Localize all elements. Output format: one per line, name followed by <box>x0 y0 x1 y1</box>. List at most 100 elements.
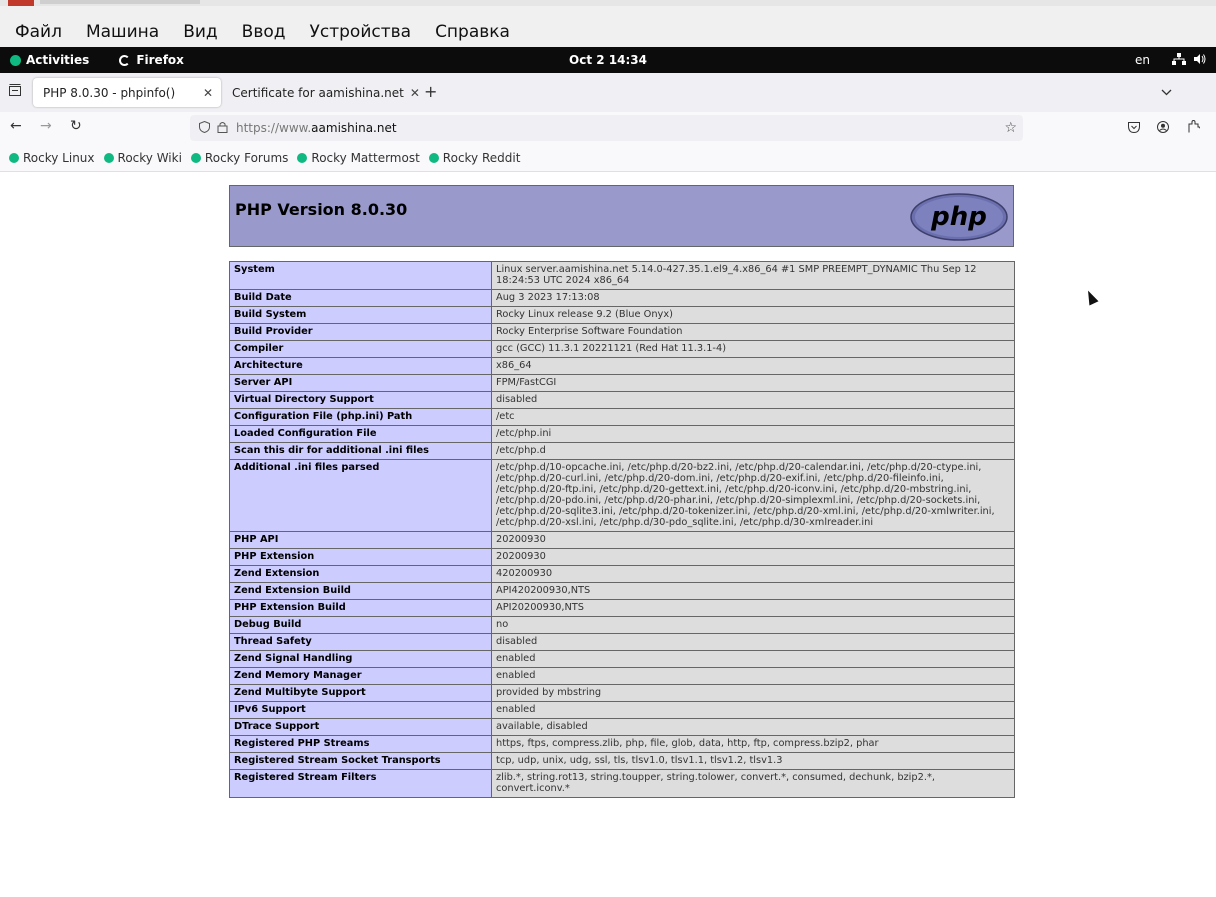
info-value: /etc <box>491 408 1015 426</box>
bookmark-rocky-wiki[interactable]: Rocky Wiki <box>103 150 182 165</box>
info-key: Scan this dir for additional .ini files <box>229 442 492 460</box>
info-key: Loaded Configuration File <box>229 425 492 443</box>
info-row: Thread Safety disabled <box>229 633 1015 651</box>
info-key: Build Provider <box>229 323 492 341</box>
bookmark-label: Rocky Wiki <box>117 150 182 165</box>
bookmark-rocky-linux[interactable]: Rocky Linux <box>9 151 95 165</box>
bookmark-label: Rocky Forums <box>204 150 289 165</box>
php-header: PHP Version 8.0.30 php <box>229 185 1014 247</box>
info-key: Registered PHP Streams <box>229 735 492 753</box>
gnome-topbar: Activities Firefox Oct 2 14:34 en <box>0 47 1216 73</box>
info-key: Zend Signal Handling <box>229 650 492 668</box>
account-icon[interactable] <box>1157 121 1169 137</box>
forward-icon[interactable]: → <box>40 118 52 134</box>
close-tab-icon[interactable]: ✕ <box>410 86 420 100</box>
lock-icon[interactable] <box>217 121 228 136</box>
info-value: 20200930 <box>491 531 1015 549</box>
info-key: Build System <box>229 306 492 324</box>
info-value: /etc/php.d/10-opcache.ini, /etc/php.d/20… <box>491 459 1015 532</box>
tab-bar: PHP 8.0.30 - phpinfo() ✕ Certificate for… <box>0 73 1216 112</box>
info-value: no <box>491 616 1015 634</box>
info-key: PHP Extension Build <box>229 599 492 617</box>
info-value: zlib.*, string.rot13, string.toupper, st… <box>491 769 1015 798</box>
nav-bar: ← → ↻ https://www.aamishina.net ☆ <box>0 112 1216 144</box>
info-key: Server API <box>229 374 492 392</box>
info-row: Build Provider Rocky Enterprise Software … <box>229 323 1015 341</box>
info-row: System Linux server.aamishina.net 5.14.0-… <box>229 261 1015 290</box>
info-row: Build System Rocky Linux release 9.2 (Blu… <box>229 306 1015 324</box>
vm-titlebar <box>0 0 1216 6</box>
info-value: https, ftps, compress.zlib, php, file, g… <box>491 735 1015 753</box>
back-icon[interactable]: ← <box>10 118 22 134</box>
rocky-icon <box>428 152 439 163</box>
bookmark-star-icon[interactable]: ☆ <box>1004 120 1017 136</box>
info-key: Zend Extension <box>229 565 492 583</box>
info-value: API20200930,NTS <box>491 599 1015 617</box>
bookmark-rocky-mattermost[interactable]: Rocky Mattermost <box>297 151 420 165</box>
chevron-down-icon[interactable] <box>1161 84 1172 100</box>
new-tab-icon[interactable]: + <box>424 82 437 101</box>
info-value: Linux server.aamishina.net 5.14.0-427.35… <box>491 261 1015 290</box>
pocket-icon[interactable] <box>1128 121 1140 137</box>
vm-title-text <box>40 0 200 4</box>
vm-menubar: Файл Машина Вид Ввод Устройства Справка <box>0 0 1216 47</box>
reload-icon[interactable]: ↻ <box>70 118 82 134</box>
info-row: IPv6 Support enabled <box>229 701 1015 719</box>
info-row: Registered Stream Filters zlib.*, string.… <box>229 769 1015 798</box>
info-value: FPM/FastCGI <box>491 374 1015 392</box>
menu-devices[interactable]: Устройства <box>310 22 412 42</box>
tab-certificate[interactable]: Certificate for aamishina.net ✕ <box>222 78 420 107</box>
info-value: 20200930 <box>491 548 1015 566</box>
tab-phpinfo[interactable]: PHP 8.0.30 - phpinfo() ✕ <box>33 78 221 107</box>
info-row: Configuration File (php.ini) Path/etc <box>229 408 1015 426</box>
info-row: Build Date Aug 3 2023 17:13:08 <box>229 289 1015 307</box>
url-text: https://www.aamishina.net <box>236 121 397 135</box>
menu-input[interactable]: Ввод <box>242 22 286 42</box>
menu-machine[interactable]: Машина <box>86 22 159 42</box>
info-value: enabled <box>491 667 1015 685</box>
info-row: PHP Extension 20200930 <box>229 548 1015 566</box>
list-all-tabs-icon[interactable] <box>9 84 21 100</box>
info-key: PHP Extension <box>229 548 492 566</box>
php-logo: php <box>910 193 1008 241</box>
php-logo-text: php <box>930 202 987 232</box>
info-row: Virtual Directory Support disabled <box>229 391 1015 409</box>
info-key: Architecture <box>229 357 492 375</box>
info-key: Compiler <box>229 340 492 358</box>
info-row: DTrace Support available, disabled <box>229 718 1015 736</box>
volume-icon[interactable] <box>1194 53 1206 68</box>
info-key: Registered Stream Filters <box>229 769 492 798</box>
info-row: Registered Stream Socket Transports tcp, … <box>229 752 1015 770</box>
menu-file[interactable]: Файл <box>15 22 62 42</box>
rocky-icon <box>190 152 201 163</box>
info-row: PHP Extension Build API20200930,NTS <box>229 599 1015 617</box>
bookmark-label: Rocky Reddit <box>442 150 521 165</box>
menu-view[interactable]: Вид <box>183 22 217 42</box>
info-value: /etc/php.d <box>491 442 1015 460</box>
info-key: DTrace Support <box>229 718 492 736</box>
clock[interactable]: Oct 2 14:34 <box>0 47 1216 73</box>
info-row: Zend Extension 420200930 <box>229 565 1015 583</box>
php-info-table: System Linux server.aamishina.net 5.14.0-… <box>229 261 1015 798</box>
info-value: 420200930 <box>491 565 1015 583</box>
info-key: Configuration File (php.ini) Path <box>229 408 492 426</box>
info-value: disabled <box>491 391 1015 409</box>
url-bar[interactable]: https://www.aamishina.net ☆ <box>190 115 1023 141</box>
extensions-icon[interactable] <box>1188 119 1201 137</box>
info-key: Build Date <box>229 289 492 307</box>
info-row: Zend Memory Manager enabled <box>229 667 1015 685</box>
info-value: Rocky Linux release 9.2 (Blue Onyx) <box>491 306 1015 324</box>
info-key: Zend Multibyte Support <box>229 684 492 702</box>
info-value: enabled <box>491 650 1015 668</box>
close-tab-icon[interactable]: ✕ <box>203 86 213 100</box>
bookmark-rocky-forums[interactable]: Rocky Forums <box>190 150 289 165</box>
network-icon[interactable] <box>1172 52 1186 68</box>
info-row: Zend Extension Build API420200930,NTS <box>229 582 1015 600</box>
info-key: Thread Safety <box>229 633 492 651</box>
info-row: Additional .ini files parsed/etc/php.d/1… <box>229 459 1015 532</box>
menu-help[interactable]: Справка <box>435 22 510 42</box>
bookmark-rocky-reddit[interactable]: Rocky Reddit <box>428 150 521 165</box>
shield-icon[interactable] <box>199 120 210 136</box>
language-indicator[interactable]: en <box>1135 53 1150 67</box>
info-row: Zend Multibyte Support provided by mbstri… <box>229 684 1015 702</box>
